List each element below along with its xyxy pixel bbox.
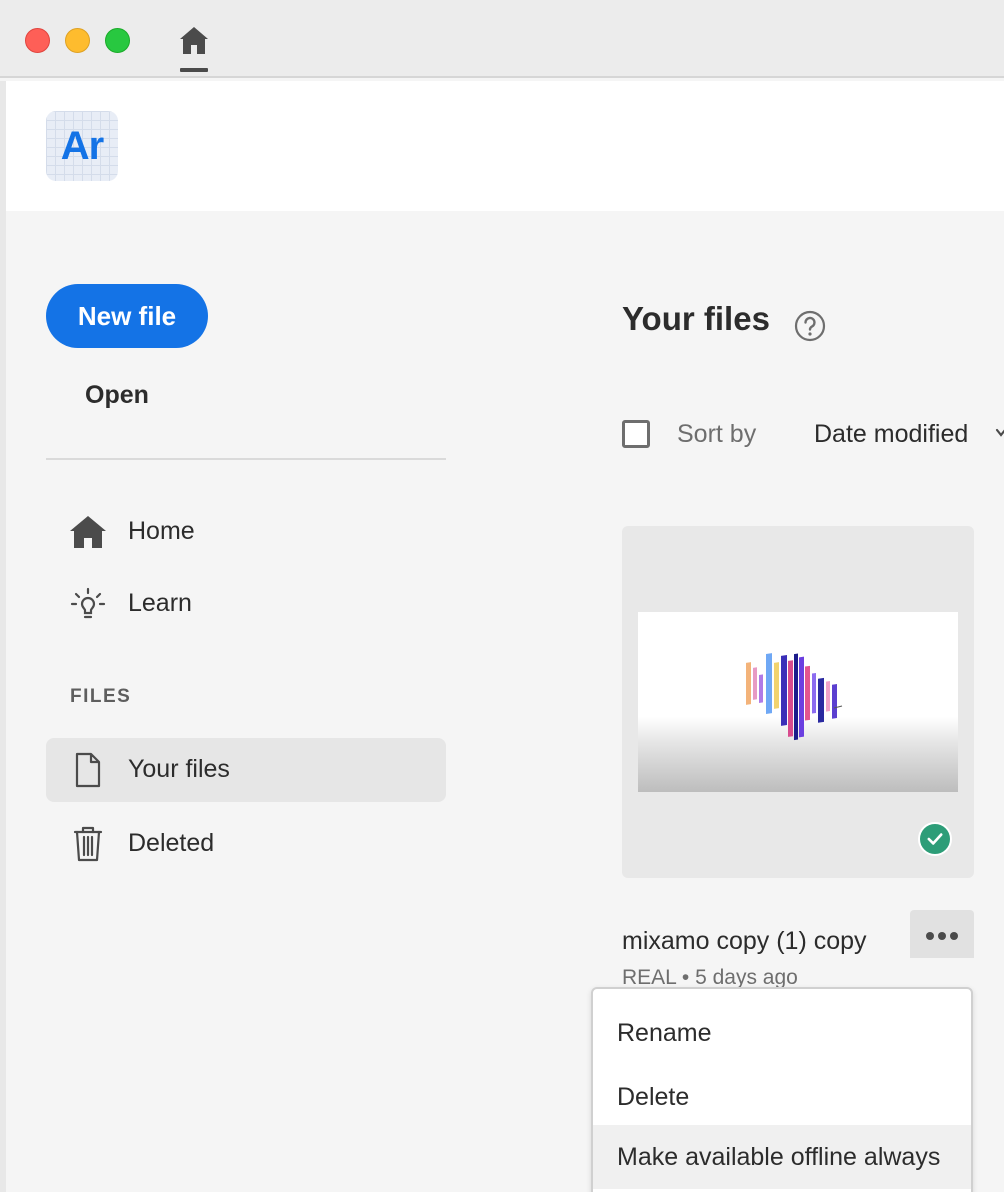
chevron-down-icon[interactable]: [994, 426, 1004, 440]
file-meta: REAL • 5 days ago: [622, 966, 798, 988]
zoom-window-button[interactable]: [105, 28, 130, 53]
app-logo-text: Ar: [60, 123, 104, 168]
menu-item-make-available-offline[interactable]: Make available offline always: [593, 1125, 971, 1189]
app-logo[interactable]: Ar: [46, 111, 118, 181]
sort-dropdown[interactable]: Date modified: [814, 420, 968, 449]
file-context-menu: Rename Delete Make available offline alw…: [591, 987, 973, 1192]
sidebar-item-home[interactable]: Home: [46, 500, 446, 564]
window-edge: [0, 81, 6, 1192]
scene-preview-image: [746, 653, 843, 741]
sidebar-item-deleted[interactable]: Deleted: [46, 812, 446, 876]
close-window-button[interactable]: [25, 28, 50, 53]
new-file-button[interactable]: New file: [46, 284, 208, 348]
more-dot-icon: [938, 932, 946, 940]
app-header: [6, 81, 1004, 211]
file-name[interactable]: mixamo copy (1) copy: [622, 927, 867, 956]
menu-item-rename[interactable]: Rename: [593, 1001, 971, 1065]
window-titlebar: [0, 0, 1004, 78]
sidebar-item-label: Deleted: [128, 829, 215, 857]
page-title: Your files: [622, 300, 770, 337]
tab-home[interactable]: [176, 22, 212, 72]
sort-by-label: Sort by: [677, 420, 757, 448]
files-section-heading: FILES: [70, 686, 132, 707]
more-actions-button[interactable]: [910, 910, 974, 958]
more-dot-icon: [926, 932, 934, 940]
home-icon: [180, 27, 208, 54]
sidebar-item-label: Home: [128, 517, 195, 545]
help-icon[interactable]: [794, 310, 826, 342]
active-tab-indicator: [180, 68, 208, 72]
sidebar-divider: [46, 458, 446, 460]
home-icon: [70, 516, 106, 548]
file-card[interactable]: [622, 526, 974, 878]
synced-check-icon: [918, 822, 952, 856]
trash-icon: [73, 826, 103, 862]
menu-item-delete[interactable]: Delete: [593, 1065, 971, 1129]
open-button[interactable]: Open: [85, 381, 149, 410]
document-icon: [75, 752, 101, 788]
sidebar-item-your-files[interactable]: Your files: [46, 738, 446, 802]
sidebar-item-label: Your files: [128, 755, 230, 783]
file-thumbnail: [638, 612, 958, 792]
sidebar-item-label: Learn: [128, 589, 192, 617]
sidebar-item-learn[interactable]: Learn: [46, 572, 446, 636]
lightbulb-icon: [70, 587, 106, 619]
select-all-checkbox[interactable]: [622, 420, 650, 448]
more-dot-icon: [950, 932, 958, 940]
minimize-window-button[interactable]: [65, 28, 90, 53]
